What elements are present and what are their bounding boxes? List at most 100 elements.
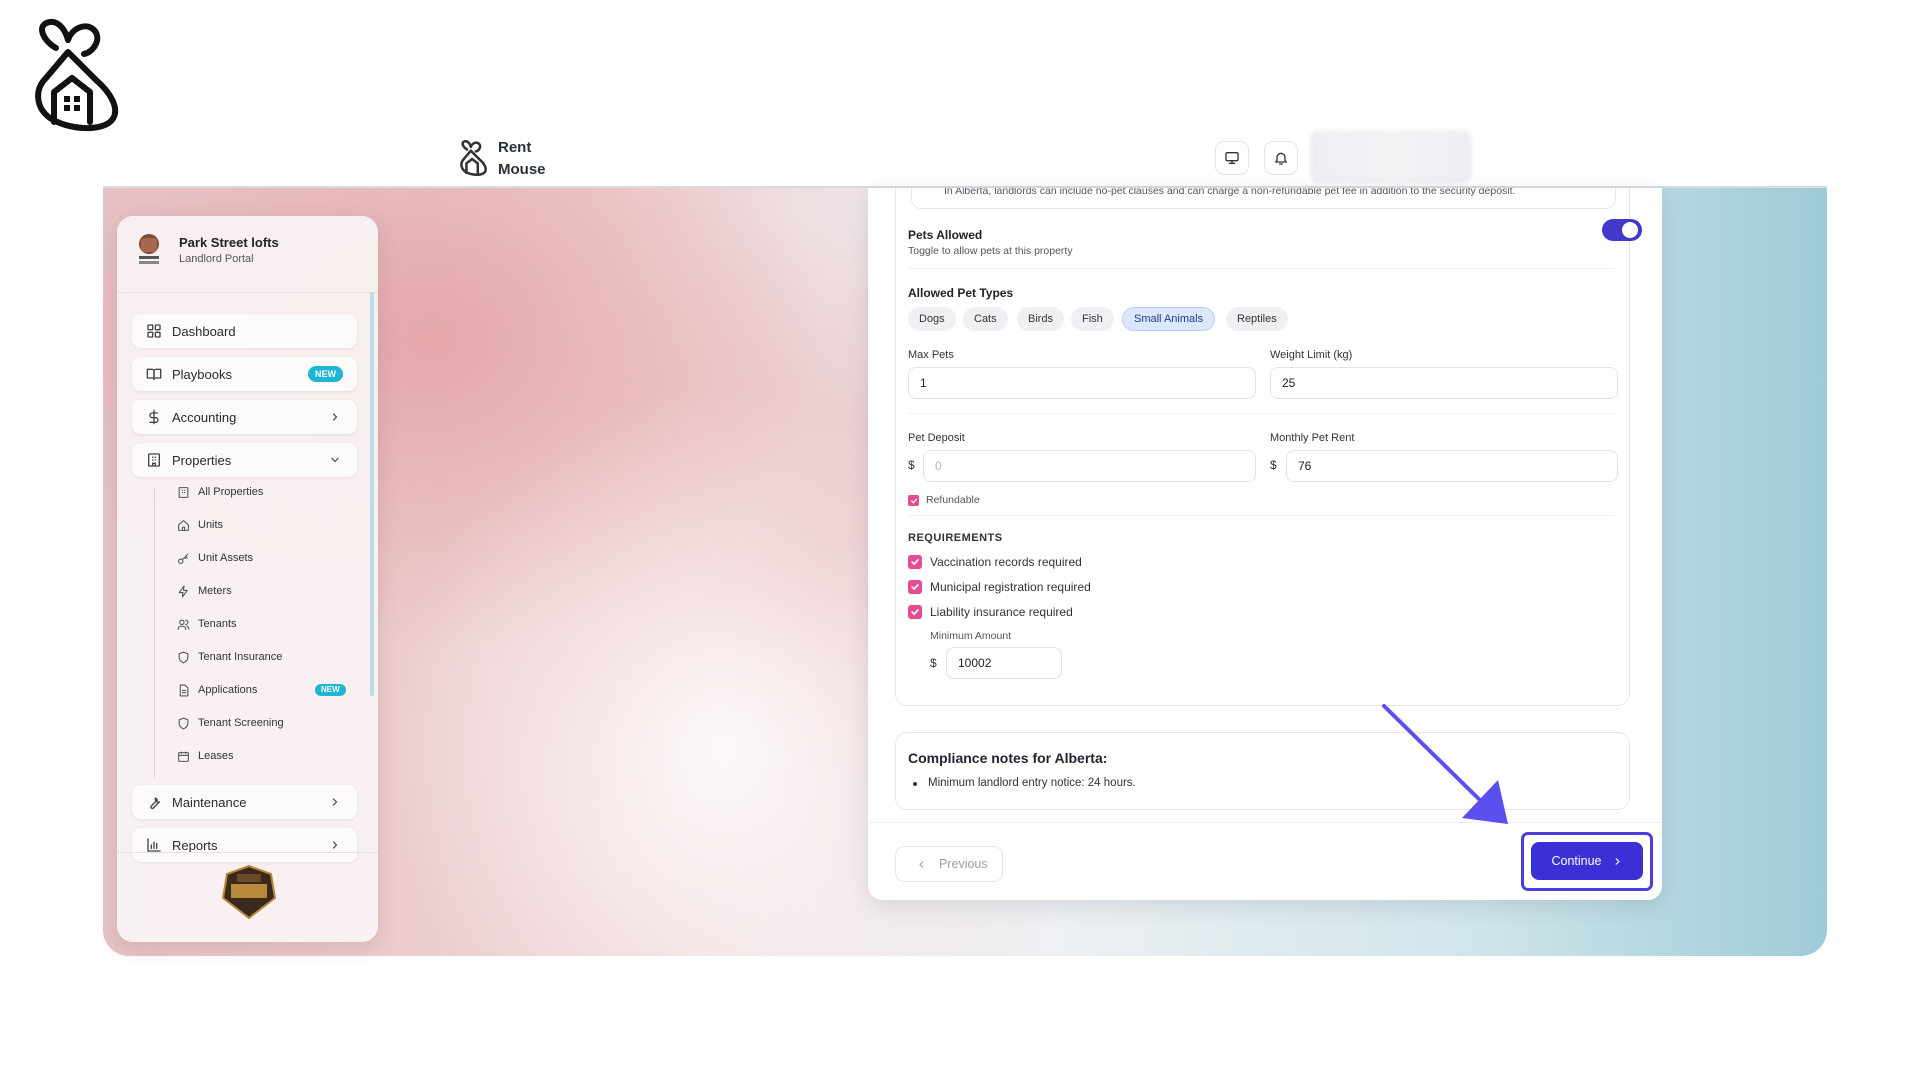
bullet (913, 782, 917, 786)
sidebar-subitem-label: Leases (198, 750, 234, 762)
sidebar-item-label: Properties (172, 452, 232, 468)
bar-chart-icon (147, 838, 161, 852)
wrench-icon (150, 797, 160, 810)
currency-symbol: $ (1270, 458, 1277, 472)
max-pets-input[interactable]: 1 (908, 367, 1256, 399)
sidebar-subitem-applications[interactable]: Applications (177, 680, 257, 700)
municipal-registration-checkbox[interactable] (908, 580, 922, 594)
org-name: Park Street lofts (179, 235, 279, 250)
sidebar-item-reports[interactable]: Reports (132, 828, 357, 862)
calendar-icon (178, 751, 189, 762)
chevron-left-icon (919, 860, 924, 868)
section-divider (908, 268, 1613, 269)
sidebar-item-properties[interactable]: Properties (132, 443, 357, 477)
sidebar-subitem-tenant-insurance[interactable]: Tenant Insurance (177, 647, 282, 667)
monthly-pet-rent-label: Monthly Pet Rent (1270, 432, 1355, 444)
sidebar-subitem-all-properties[interactable]: All Properties (177, 482, 263, 502)
building-icon (178, 486, 189, 498)
display-button[interactable] (1215, 141, 1249, 175)
sidebar-item-maintenance[interactable]: Maintenance (132, 785, 357, 819)
previous-label: Previous (939, 857, 988, 871)
pets-allowed-toggle[interactable] (1602, 219, 1642, 241)
previous-button[interactable]: Previous (895, 846, 1003, 882)
user-menu-blurred[interactable] (1310, 130, 1472, 184)
sidebar-item-label: Accounting (172, 409, 237, 425)
document-icon (179, 684, 189, 696)
sidebar-item-label: Playbooks (172, 366, 232, 382)
continue-button[interactable]: Continue (1531, 842, 1643, 880)
bell-icon (1275, 152, 1287, 165)
submenu-line (154, 488, 155, 778)
allowed-pet-types-label: Allowed Pet Types (908, 286, 1014, 300)
refundable-checkbox[interactable] (908, 495, 919, 506)
new-badge: NEW (308, 366, 343, 382)
book-icon (146, 368, 162, 380)
chevron-right-icon (332, 841, 338, 849)
weight-limit-input[interactable]: 25 (1270, 367, 1618, 399)
max-pets-label: Max Pets (908, 349, 954, 361)
pets-allowed-hint: Toggle to allow pets at this property (908, 245, 1073, 257)
check-icon (911, 609, 919, 616)
sidebar-item-dashboard[interactable]: Dashboard (132, 314, 357, 348)
monthly-pet-rent-input[interactable]: 76 (1286, 450, 1618, 482)
sidebar-item-label: Dashboard (172, 323, 236, 339)
home-icon (178, 519, 189, 531)
check-icon (911, 584, 919, 591)
footer-divider (868, 822, 1662, 823)
sidebar: Park Street lofts Landlord Portal Dashbo… (117, 216, 378, 942)
requirement-label: Vaccination records required (930, 555, 1082, 569)
notifications-button[interactable] (1264, 141, 1298, 175)
pet-type-chip-dogs[interactable]: Dogs (908, 307, 956, 331)
sidebar-subitem-units[interactable]: Units (177, 515, 223, 535)
sidebar-item-label: Maintenance (172, 794, 247, 810)
minimum-amount-input[interactable]: 10002 (946, 647, 1062, 679)
chevron-down-icon (331, 457, 339, 463)
sidebar-divider (117, 292, 378, 293)
requirement-label: Municipal registration required (930, 580, 1091, 594)
requirement-label: Liability insurance required (930, 605, 1073, 619)
currency-symbol: $ (908, 458, 915, 472)
sidebar-item-accounting[interactable]: Accounting (132, 400, 357, 434)
sidebar-item-label: Reports (172, 837, 218, 853)
sidebar-subitem-unit-assets[interactable]: Unit Assets (177, 548, 253, 568)
sidebar-subitem-label: Units (198, 519, 224, 531)
sidebar-scrollbar[interactable] (370, 292, 374, 696)
compliance-title: Compliance notes for Alberta: (908, 750, 1108, 766)
shield-icon (178, 651, 189, 663)
sidebar-subitem-label: All Properties (198, 486, 264, 498)
pet-type-chip-reptiles[interactable]: Reptiles (1226, 307, 1288, 331)
sidebar-item-playbooks[interactable]: Playbooks NEW (132, 357, 357, 391)
pets-allowed-label: Pets Allowed (908, 228, 983, 242)
sidebar-subitem-label: Tenant Screening (198, 717, 284, 729)
grid-icon (147, 324, 161, 338)
sidebar-subitem-label: Applications (198, 684, 258, 696)
province-notice-text: In Alberta, landlords can include no-pet… (944, 188, 1516, 197)
vaccination-checkbox[interactable] (908, 555, 922, 569)
pet-type-chip-cats[interactable]: Cats (963, 307, 1008, 331)
pet-type-chip-small-animals[interactable]: Small Animals (1122, 307, 1216, 331)
toggle-knob (1622, 222, 1638, 238)
sidebar-subitem-leases[interactable]: Leases (177, 746, 233, 766)
currency-symbol: $ (930, 656, 937, 670)
check-icon (911, 559, 919, 566)
users-icon (177, 619, 190, 630)
sidebar-subitem-meters[interactable]: Meters (177, 581, 232, 601)
pro-founding-member-badge (221, 864, 277, 920)
shield-icon (178, 717, 189, 729)
weight-limit-label: Weight Limit (kg) (1270, 349, 1353, 361)
section-divider (908, 515, 1613, 516)
pet-type-chip-birds[interactable]: Birds (1017, 307, 1065, 331)
pet-type-chip-fish[interactable]: Fish (1071, 307, 1114, 331)
app-name: Mouse (498, 161, 546, 178)
sidebar-footer-divider (117, 852, 378, 853)
continue-label: Continue (1551, 854, 1602, 868)
liability-insurance-checkbox[interactable] (908, 605, 922, 619)
pet-policy-card: In Alberta, landlords can include no-pet… (868, 188, 1662, 900)
sidebar-subitem-tenants[interactable]: Tenants (177, 614, 237, 634)
sidebar-subitem-tenant-screening[interactable]: Tenant Screening (177, 713, 284, 733)
refundable-label: Refundable (926, 494, 980, 506)
pet-deposit-input[interactable]: 0 (923, 450, 1256, 482)
org-subtitle: Landlord Portal (179, 253, 254, 265)
app-name: Rent (498, 139, 532, 156)
monitor-icon (1225, 152, 1239, 164)
